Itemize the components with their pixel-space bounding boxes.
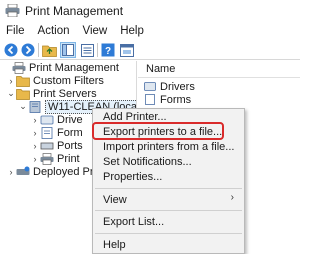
folder-icon [16, 88, 30, 100]
chevron-right-icon[interactable]: › [30, 128, 40, 138]
tree-node-ports[interactable]: › Ports [30, 139, 83, 152]
driver-icon [144, 82, 156, 91]
menu-item-set-notifications[interactable]: Set Notifications... [93, 154, 244, 169]
export-list-icon[interactable] [79, 42, 95, 58]
list-item-label: Drivers [160, 80, 195, 93]
toolbar-separator [38, 43, 39, 57]
forward-icon[interactable] [20, 42, 36, 58]
form-icon [145, 94, 155, 105]
tree-node-print-servers[interactable]: ⌄ Print Servers [6, 87, 97, 100]
properties-icon[interactable] [119, 42, 135, 58]
printer-icon [12, 61, 26, 74]
chevron-right-icon[interactable]: › [30, 115, 40, 125]
server-icon [29, 100, 41, 113]
tree-node-custom-filters[interactable]: › Custom Filters [6, 74, 104, 87]
tree-label: Print Servers [33, 87, 97, 100]
title-bar: Print Management [0, 0, 300, 22]
menu-separator [95, 210, 242, 211]
menu-separator [95, 188, 242, 189]
tree-label: Deployed Pr [33, 165, 94, 178]
port-icon [40, 142, 54, 149]
tree-label: Custom Filters [33, 74, 104, 87]
menu-view[interactable]: View [83, 25, 108, 37]
tree-label: Drive [57, 113, 83, 126]
menu-action[interactable]: Action [38, 25, 70, 37]
list-item[interactable]: Drivers [144, 80, 195, 93]
driver-icon [40, 115, 54, 124]
menu-item-view-label: View [103, 193, 127, 206]
folder-icon [16, 75, 30, 87]
toolbar-separator [97, 43, 98, 57]
chevron-right-icon[interactable]: › [30, 141, 40, 151]
tree-label: Ports [57, 139, 83, 152]
list-item-label: Forms [160, 93, 192, 106]
tree-node-deployed-printers[interactable]: › Deployed Pr [6, 165, 94, 178]
tree-node-printers[interactable]: › Print [30, 152, 80, 165]
deployed-printers-icon [16, 166, 30, 175]
chevron-right-icon[interactable]: › [30, 154, 40, 164]
chevron-down-icon[interactable]: ⌄ [18, 101, 28, 112]
menu-item-properties[interactable]: Properties... [93, 169, 244, 184]
column-header-name[interactable]: Name [146, 63, 175, 75]
help-icon[interactable]: ? [100, 42, 116, 58]
window-title: Print Management [25, 4, 124, 18]
chevron-right-icon: › [230, 192, 234, 203]
form-icon [41, 126, 53, 139]
menu-file[interactable]: File [6, 25, 25, 37]
show-hide-tree-icon[interactable] [60, 42, 76, 58]
tree-node-forms[interactable]: › Form [30, 126, 83, 139]
chevron-right-icon[interactable]: › [6, 76, 16, 86]
back-icon[interactable] [3, 42, 19, 58]
header-divider [138, 77, 300, 78]
tree-label: Print [57, 152, 80, 165]
svg-text:?: ? [105, 46, 111, 57]
list-item[interactable]: Forms [144, 93, 191, 106]
menu-separator [95, 233, 242, 234]
menu-bar: File Action View Help [0, 22, 300, 40]
highlight-annotation [92, 122, 224, 140]
printer-icon [40, 152, 54, 165]
tree-node-print-management[interactable]: Print Management [2, 61, 119, 74]
menu-item-view[interactable]: View › [93, 192, 244, 207]
up-folder-icon[interactable] [41, 42, 57, 58]
menu-item-help[interactable]: Help [93, 237, 244, 252]
chevron-right-icon[interactable]: › [6, 167, 16, 177]
menu-help[interactable]: Help [120, 25, 144, 37]
tree-label: Form [57, 126, 83, 139]
menu-item-import-printers[interactable]: Import printers from a file... [93, 139, 244, 154]
chevron-down-icon[interactable]: ⌄ [6, 88, 16, 99]
menu-item-export-list[interactable]: Export List... [93, 214, 244, 229]
tree-node-drivers[interactable]: › Drive [30, 113, 83, 126]
printer-app-icon [5, 4, 20, 17]
tree-label: Print Management [29, 61, 119, 74]
toolbar: ? [0, 40, 300, 60]
